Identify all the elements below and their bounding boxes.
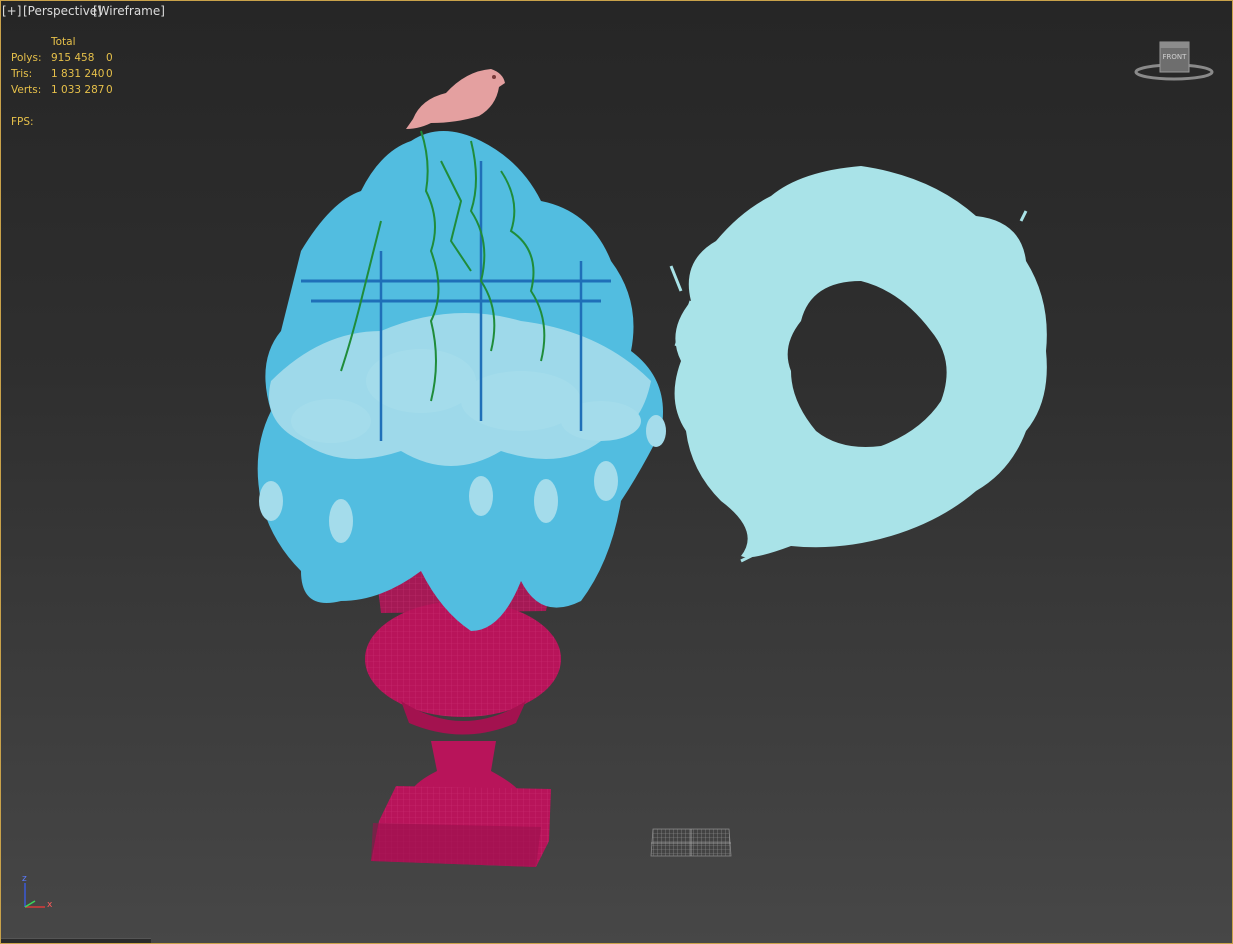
scene-canvas[interactable] (1, 1, 1232, 943)
viewcube-face-label: FRONT (1162, 53, 1187, 61)
axis-x-label: x (47, 900, 53, 910)
flower-arrangement[interactable] (257, 131, 666, 631)
wreath-model[interactable] (669, 166, 1047, 563)
viewcube[interactable]: FRONT (1134, 39, 1214, 85)
bird-model[interactable] (406, 69, 505, 129)
viewport-bottom-tab (1, 938, 151, 943)
axis-z-label: z (22, 874, 27, 884)
perspective-viewport[interactable]: [+] [Perspective] [Wireframe] Total Poly… (0, 0, 1233, 944)
grid-plane-object[interactable] (650, 828, 732, 857)
axis-tripod: z x (15, 874, 59, 919)
